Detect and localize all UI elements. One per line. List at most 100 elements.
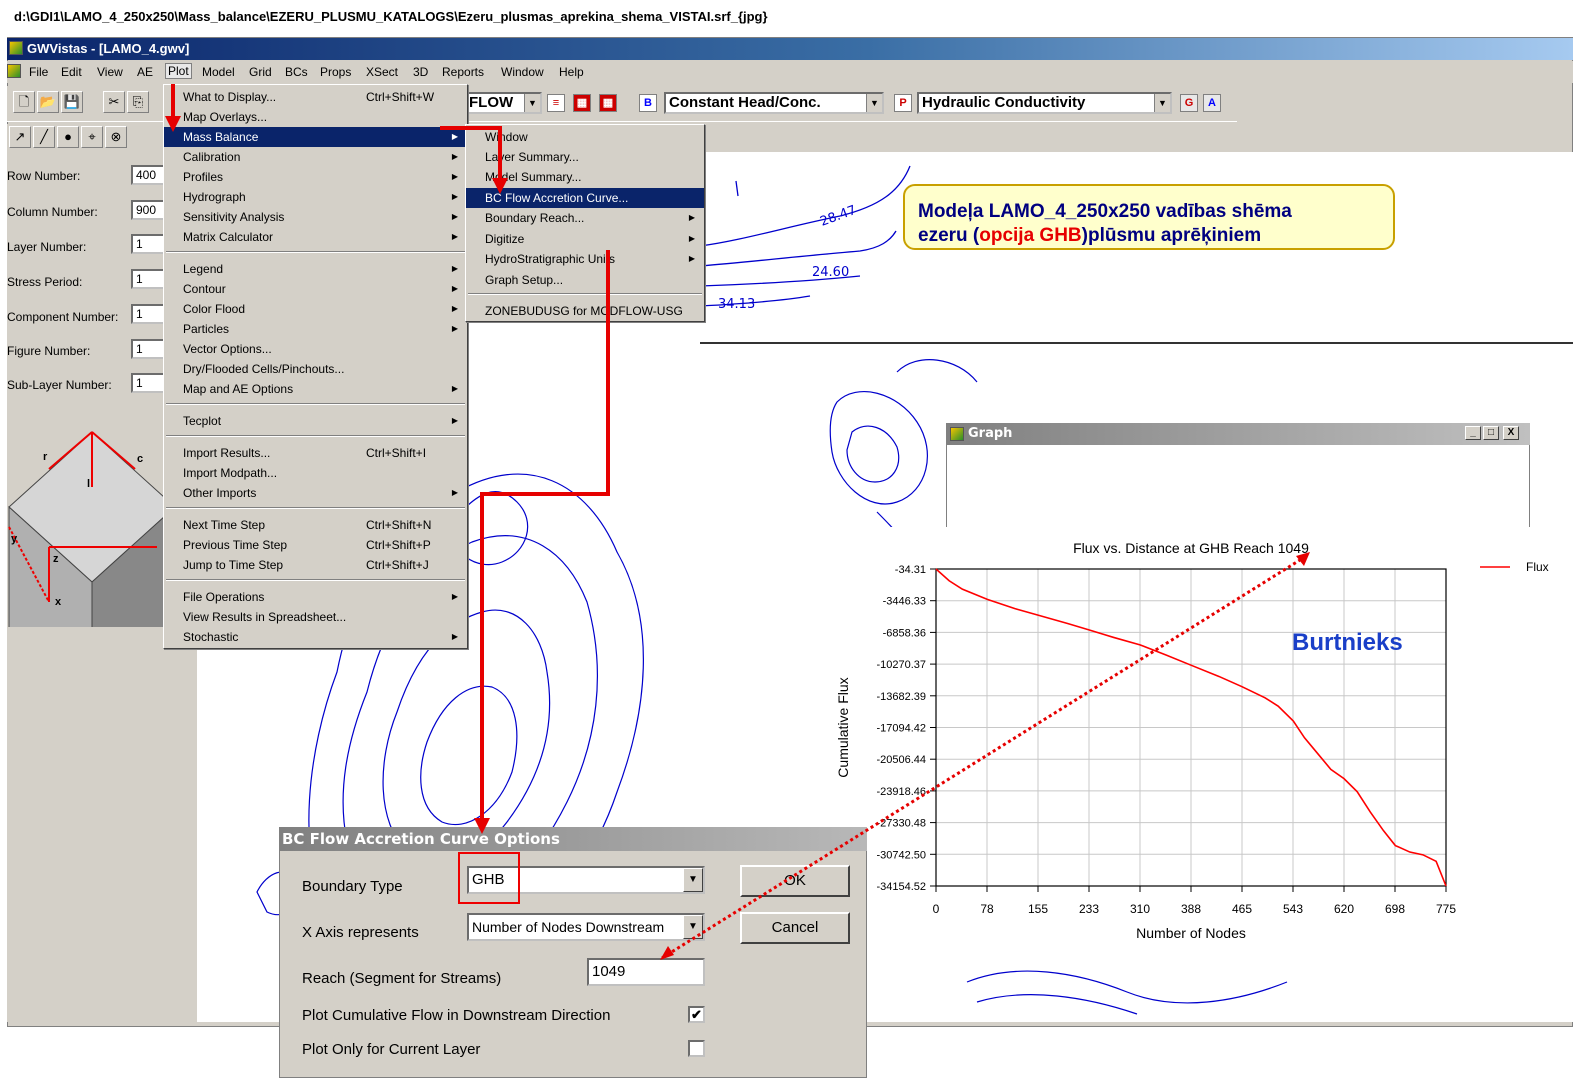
plot-menu-item[interactable]: What to Display... Ctrl+Shift+W xyxy=(164,87,467,107)
menu-shortcut: Ctrl+Shift+I xyxy=(366,446,427,460)
save-icon[interactable]: 💾 xyxy=(61,91,83,113)
line-icon[interactable]: ╱ xyxy=(33,126,55,148)
plot-menu-item[interactable]: Dry/Flooded Cells/Pinchouts... xyxy=(164,359,467,379)
cumulative-flow-checkbox[interactable]: ✔ xyxy=(688,1006,705,1023)
mass-balance-menu-item[interactable]: Model Summary... xyxy=(466,167,704,187)
menu-reports[interactable]: Reports xyxy=(442,65,484,79)
mass-balance-menu-item[interactable]: Graph Setup... xyxy=(466,270,704,290)
annotate-icon[interactable]: A xyxy=(1203,94,1221,112)
menu-edit[interactable]: Edit xyxy=(61,65,82,79)
plot-menu-item[interactable]: Sensitivity Analysis ▶ xyxy=(164,207,467,227)
circle-icon[interactable]: ● xyxy=(57,126,79,148)
ok-button[interactable]: OK xyxy=(740,865,850,897)
plot-menu-item[interactable]: Calibration ▶ xyxy=(164,147,467,167)
chevron-down-icon[interactable]: ▼ xyxy=(683,915,703,939)
menu-props[interactable]: Props xyxy=(320,65,351,79)
row-number-field[interactable]: 400 xyxy=(131,165,165,185)
x-tick-label: 0 xyxy=(933,902,940,916)
plot-menu-item[interactable]: Previous Time Step Ctrl+Shift+P xyxy=(164,535,467,555)
target-icon[interactable]: ⊗ xyxy=(105,126,127,148)
plot-menu-item[interactable]: Vector Options... xyxy=(164,339,467,359)
column-number-field[interactable]: 900 xyxy=(131,200,165,220)
plot-menu-item[interactable]: View Results in Spreadsheet... xyxy=(164,607,467,627)
display-combo[interactable]: FLOW ▼ xyxy=(464,92,542,114)
bc-grid-icon[interactable]: ≡ xyxy=(547,94,565,112)
menu-3d[interactable]: 3D xyxy=(413,65,428,79)
chevron-down-icon[interactable]: ▼ xyxy=(1154,94,1170,112)
reach-input[interactable]: 1049 xyxy=(587,958,705,986)
menu-help[interactable]: Help xyxy=(559,65,584,79)
menu-view[interactable]: View xyxy=(97,65,123,79)
menu-ae[interactable]: AE xyxy=(137,65,153,79)
chevron-down-icon[interactable]: ▼ xyxy=(524,94,540,112)
menu-xsect[interactable]: XSect xyxy=(366,65,398,79)
cancel-button[interactable]: Cancel xyxy=(740,912,850,944)
menu-item-label: Legend xyxy=(183,262,224,276)
layer-number-field[interactable]: 1 xyxy=(131,234,165,254)
chevron-down-icon[interactable]: ▼ xyxy=(866,94,882,112)
crosshair-icon[interactable]: ⌖ xyxy=(81,126,103,148)
plot-menu-item[interactable]: Import Results... Ctrl+Shift+I xyxy=(164,443,467,463)
plot-menu-item[interactable]: Jump to Time Step Ctrl+Shift+J xyxy=(164,555,467,575)
plot-menu-item[interactable]: Map and AE Options ▶ xyxy=(164,379,467,399)
maximize-button[interactable]: □ xyxy=(1483,426,1499,440)
plot-menu-item[interactable]: Stochastic ▶ xyxy=(164,627,467,647)
menu-bcs[interactable]: BCs xyxy=(285,65,308,79)
mass-balance-menu-item[interactable]: BC Flow Accretion Curve... xyxy=(466,188,704,208)
mass-balance-menu-item[interactable]: Window xyxy=(466,127,704,147)
figure-number-field[interactable]: 1 xyxy=(131,339,165,359)
mass-balance-menu-item[interactable]: HydroStratigraphic Units ▶ xyxy=(466,249,704,269)
prop-icon[interactable]: P xyxy=(894,94,912,112)
mass-balance-menu-item[interactable]: ZONEBUDUSG for MODFLOW-USG xyxy=(466,301,704,321)
current-layer-checkbox[interactable] xyxy=(688,1040,705,1057)
property-combo[interactable]: Hydraulic Conductivity ▼ xyxy=(917,92,1172,114)
cube-label-c: c xyxy=(137,453,143,465)
grid-red-2-icon[interactable]: ▦ xyxy=(599,94,617,112)
minimize-button[interactable]: _ xyxy=(1465,426,1481,440)
menu-grid[interactable]: Grid xyxy=(249,65,272,79)
plot-menu-item[interactable]: Other Imports ▶ xyxy=(164,483,467,503)
close-button[interactable]: X xyxy=(1503,426,1519,440)
plot-menu-item[interactable]: Color Flood ▶ xyxy=(164,299,467,319)
new-file-icon[interactable]: 🗋 xyxy=(13,91,35,113)
plot-menu-item[interactable]: Profiles ▶ xyxy=(164,167,467,187)
menu-model[interactable]: Model xyxy=(202,65,235,79)
grid-red-icon[interactable]: ▦ xyxy=(573,94,591,112)
open-folder-icon[interactable]: 📂 xyxy=(37,91,59,113)
chevron-down-icon[interactable]: ▼ xyxy=(683,868,703,892)
bc-type-combo[interactable]: Constant Head/Conc. ▼ xyxy=(664,92,884,114)
grid-toggle-icon[interactable]: G xyxy=(1180,94,1198,112)
menu-plot[interactable]: Plot xyxy=(165,63,192,79)
mass-balance-menu-item[interactable]: Boundary Reach... ▶ xyxy=(466,208,704,228)
plot-menu-item[interactable]: Matrix Calculator ▶ xyxy=(164,227,467,247)
copy-icon[interactable]: ⎘ xyxy=(127,91,149,113)
plot-menu-item[interactable]: File Operations ▶ xyxy=(164,587,467,607)
sub-layer-number-field[interactable]: 1 xyxy=(131,373,165,393)
plot-menu-item[interactable]: Hydrograph ▶ xyxy=(164,187,467,207)
menu-file[interactable]: File xyxy=(29,65,48,79)
plot-menu-item[interactable]: Contour ▶ xyxy=(164,279,467,299)
component-number-field[interactable]: 1 xyxy=(131,304,165,324)
menu-item-label: Graph Setup... xyxy=(485,273,564,287)
mass-balance-menu-item[interactable]: Layer Summary... xyxy=(466,147,704,167)
plot-menu-item[interactable]: Particles ▶ xyxy=(164,319,467,339)
menu-item-label: Profiles xyxy=(183,170,224,184)
plot-menu-item[interactable]: Import Modpath... xyxy=(164,463,467,483)
window-title: GWVistas - [LAMO_4.gwv] xyxy=(27,41,190,56)
menu-window[interactable]: Window xyxy=(501,65,544,79)
document-icon[interactable] xyxy=(7,64,21,78)
cut-icon[interactable]: ✂ xyxy=(103,91,125,113)
stress-period-field[interactable]: 1 xyxy=(131,269,165,289)
plot-menu-item[interactable]: Mass Balance ▶ xyxy=(164,127,467,147)
pointer-icon[interactable]: ↗ xyxy=(9,126,31,148)
plot-menu-item[interactable]: Tecplot ▶ xyxy=(164,411,467,431)
bc-icon[interactable]: B xyxy=(639,94,657,112)
y-axis-label: Cumulative Flux xyxy=(835,677,851,777)
plot-menu-item[interactable]: Map Overlays... xyxy=(164,107,467,127)
plot-menu-item[interactable]: Legend ▶ xyxy=(164,259,467,279)
menu-item-label: Mass Balance xyxy=(183,130,259,144)
mass-balance-menu-item[interactable]: Digitize ▶ xyxy=(466,229,704,249)
mass-balance-submenu: Window Layer Summary... Model Summary... BC… xyxy=(465,124,705,322)
plot-menu-item[interactable]: Next Time Step Ctrl+Shift+N xyxy=(164,515,467,535)
x-axis-select[interactable]: Number of Nodes Downstream ▼ xyxy=(467,913,705,941)
